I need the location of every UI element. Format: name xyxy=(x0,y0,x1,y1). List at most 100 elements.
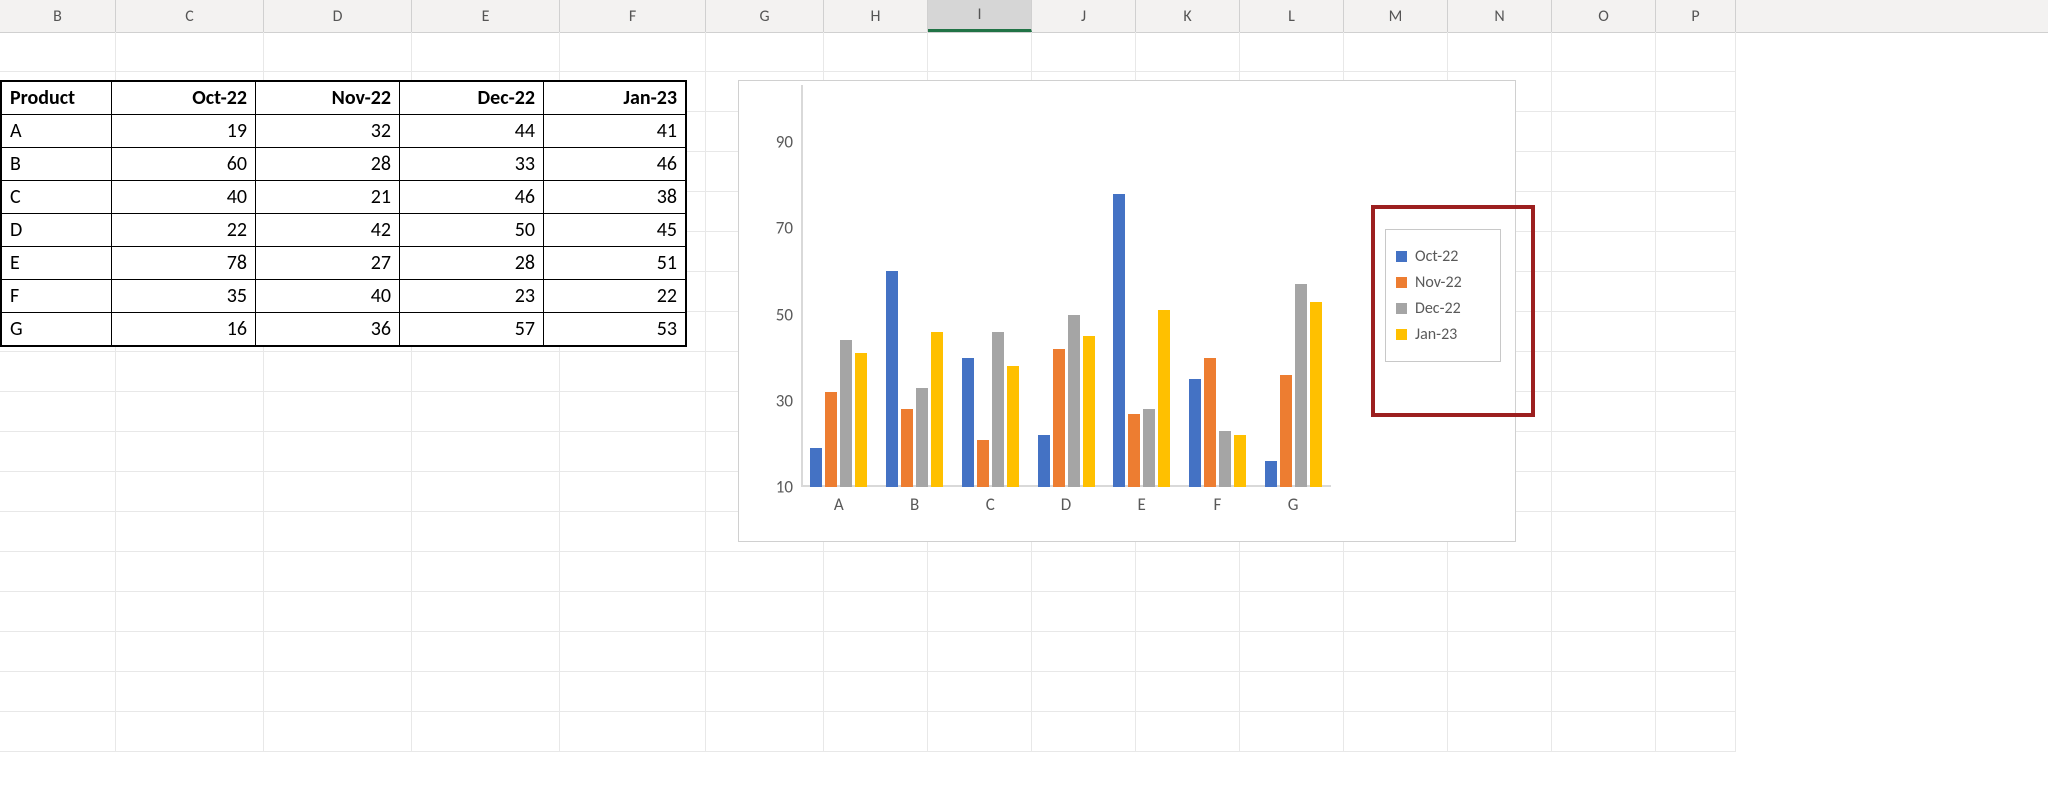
cell[interactable] xyxy=(264,592,412,632)
chart-bar[interactable] xyxy=(1189,379,1201,487)
cell[interactable] xyxy=(0,472,116,512)
cell[interactable] xyxy=(1552,592,1656,632)
table-header[interactable]: Oct-22 xyxy=(112,82,256,115)
cell[interactable] xyxy=(1448,672,1552,712)
table-header[interactable]: Dec-22 xyxy=(400,82,544,115)
table-header[interactable]: Nov-22 xyxy=(256,82,400,115)
table-cell[interactable]: 36 xyxy=(256,313,400,346)
table-header[interactable]: Product xyxy=(2,82,112,115)
cell[interactable] xyxy=(1552,432,1656,472)
cell[interactable] xyxy=(824,32,928,72)
chart-bar[interactable] xyxy=(931,332,943,487)
table-cell[interactable]: 23 xyxy=(400,280,544,313)
cell[interactable] xyxy=(1552,32,1656,72)
cell[interactable] xyxy=(1448,712,1552,752)
cell[interactable] xyxy=(264,432,412,472)
cell[interactable] xyxy=(1240,592,1344,632)
cell[interactable] xyxy=(560,672,706,712)
table-cell[interactable]: 33 xyxy=(400,148,544,181)
cell[interactable] xyxy=(0,632,116,672)
table-header[interactable]: Jan-23 xyxy=(544,82,686,115)
cell[interactable] xyxy=(1552,272,1656,312)
cell[interactable] xyxy=(928,592,1032,632)
table-cell[interactable]: 42 xyxy=(256,214,400,247)
cell[interactable] xyxy=(824,712,928,752)
chart-legend[interactable]: Oct-22Nov-22Dec-22Jan-23 xyxy=(1385,229,1501,362)
column-header-I[interactable]: I xyxy=(928,0,1032,32)
table-cell[interactable]: 28 xyxy=(400,247,544,280)
cell[interactable] xyxy=(412,552,560,592)
table-cell[interactable]: 35 xyxy=(112,280,256,313)
chart-bar[interactable] xyxy=(855,353,867,487)
table-cell[interactable]: 22 xyxy=(544,280,686,313)
cell[interactable] xyxy=(1136,672,1240,712)
cell[interactable] xyxy=(264,672,412,712)
cell[interactable] xyxy=(412,672,560,712)
cell[interactable] xyxy=(706,32,824,72)
cell[interactable] xyxy=(412,472,560,512)
table-cell[interactable]: C xyxy=(2,181,112,214)
cell[interactable] xyxy=(1656,72,1736,112)
cell[interactable] xyxy=(928,32,1032,72)
chart-bar[interactable] xyxy=(1143,409,1155,487)
cell[interactable] xyxy=(0,592,116,632)
cell[interactable] xyxy=(412,712,560,752)
cell[interactable] xyxy=(560,472,706,512)
column-header-P[interactable]: P xyxy=(1656,0,1736,32)
chart-bar[interactable] xyxy=(1265,461,1277,487)
cell[interactable] xyxy=(1552,712,1656,752)
cell[interactable] xyxy=(1552,552,1656,592)
cell[interactable] xyxy=(1552,392,1656,432)
cell[interactable] xyxy=(1136,712,1240,752)
cell[interactable] xyxy=(1656,232,1736,272)
cell[interactable] xyxy=(0,352,116,392)
cell[interactable] xyxy=(706,552,824,592)
cell[interactable] xyxy=(116,352,264,392)
cell[interactable] xyxy=(1344,632,1448,672)
table-cell[interactable]: 51 xyxy=(544,247,686,280)
cell[interactable] xyxy=(116,672,264,712)
cell[interactable] xyxy=(412,632,560,672)
data-table[interactable]: ProductOct-22Nov-22Dec-22Jan-23A19324441… xyxy=(0,80,687,347)
chart-bar[interactable] xyxy=(886,271,898,487)
cell[interactable] xyxy=(1240,32,1344,72)
cell[interactable] xyxy=(1656,32,1736,72)
cell[interactable] xyxy=(412,512,560,552)
chart-bar[interactable] xyxy=(1083,336,1095,487)
cell[interactable] xyxy=(1240,552,1344,592)
cell[interactable] xyxy=(1656,352,1736,392)
chart-bar[interactable] xyxy=(916,388,928,487)
table-cell[interactable]: 41 xyxy=(544,115,686,148)
cell[interactable] xyxy=(1552,472,1656,512)
chart-bar[interactable] xyxy=(1007,366,1019,487)
cell[interactable] xyxy=(706,712,824,752)
chart-bar[interactable] xyxy=(1128,414,1140,487)
cell[interactable] xyxy=(0,392,116,432)
cell[interactable] xyxy=(1656,312,1736,352)
table-cell[interactable]: 27 xyxy=(256,247,400,280)
cell[interactable] xyxy=(264,712,412,752)
column-header-F[interactable]: F xyxy=(560,0,706,32)
cell[interactable] xyxy=(560,392,706,432)
chart-bar[interactable] xyxy=(901,409,913,487)
cell[interactable] xyxy=(264,552,412,592)
cell[interactable] xyxy=(1448,592,1552,632)
cell[interactable] xyxy=(1448,32,1552,72)
cell[interactable] xyxy=(0,712,116,752)
cell[interactable] xyxy=(116,512,264,552)
chart-bar[interactable] xyxy=(1158,310,1170,487)
cell[interactable] xyxy=(1656,152,1736,192)
cell[interactable] xyxy=(706,592,824,632)
cell[interactable] xyxy=(928,632,1032,672)
cell[interactable] xyxy=(0,432,116,472)
cell[interactable] xyxy=(1552,672,1656,712)
cell[interactable] xyxy=(412,592,560,632)
cell[interactable] xyxy=(1656,672,1736,712)
cell[interactable] xyxy=(412,432,560,472)
cell[interactable] xyxy=(0,552,116,592)
cell[interactable] xyxy=(824,552,928,592)
table-cell[interactable]: 16 xyxy=(112,313,256,346)
table-cell[interactable]: 21 xyxy=(256,181,400,214)
cell[interactable] xyxy=(1656,552,1736,592)
cell[interactable] xyxy=(1552,72,1656,112)
